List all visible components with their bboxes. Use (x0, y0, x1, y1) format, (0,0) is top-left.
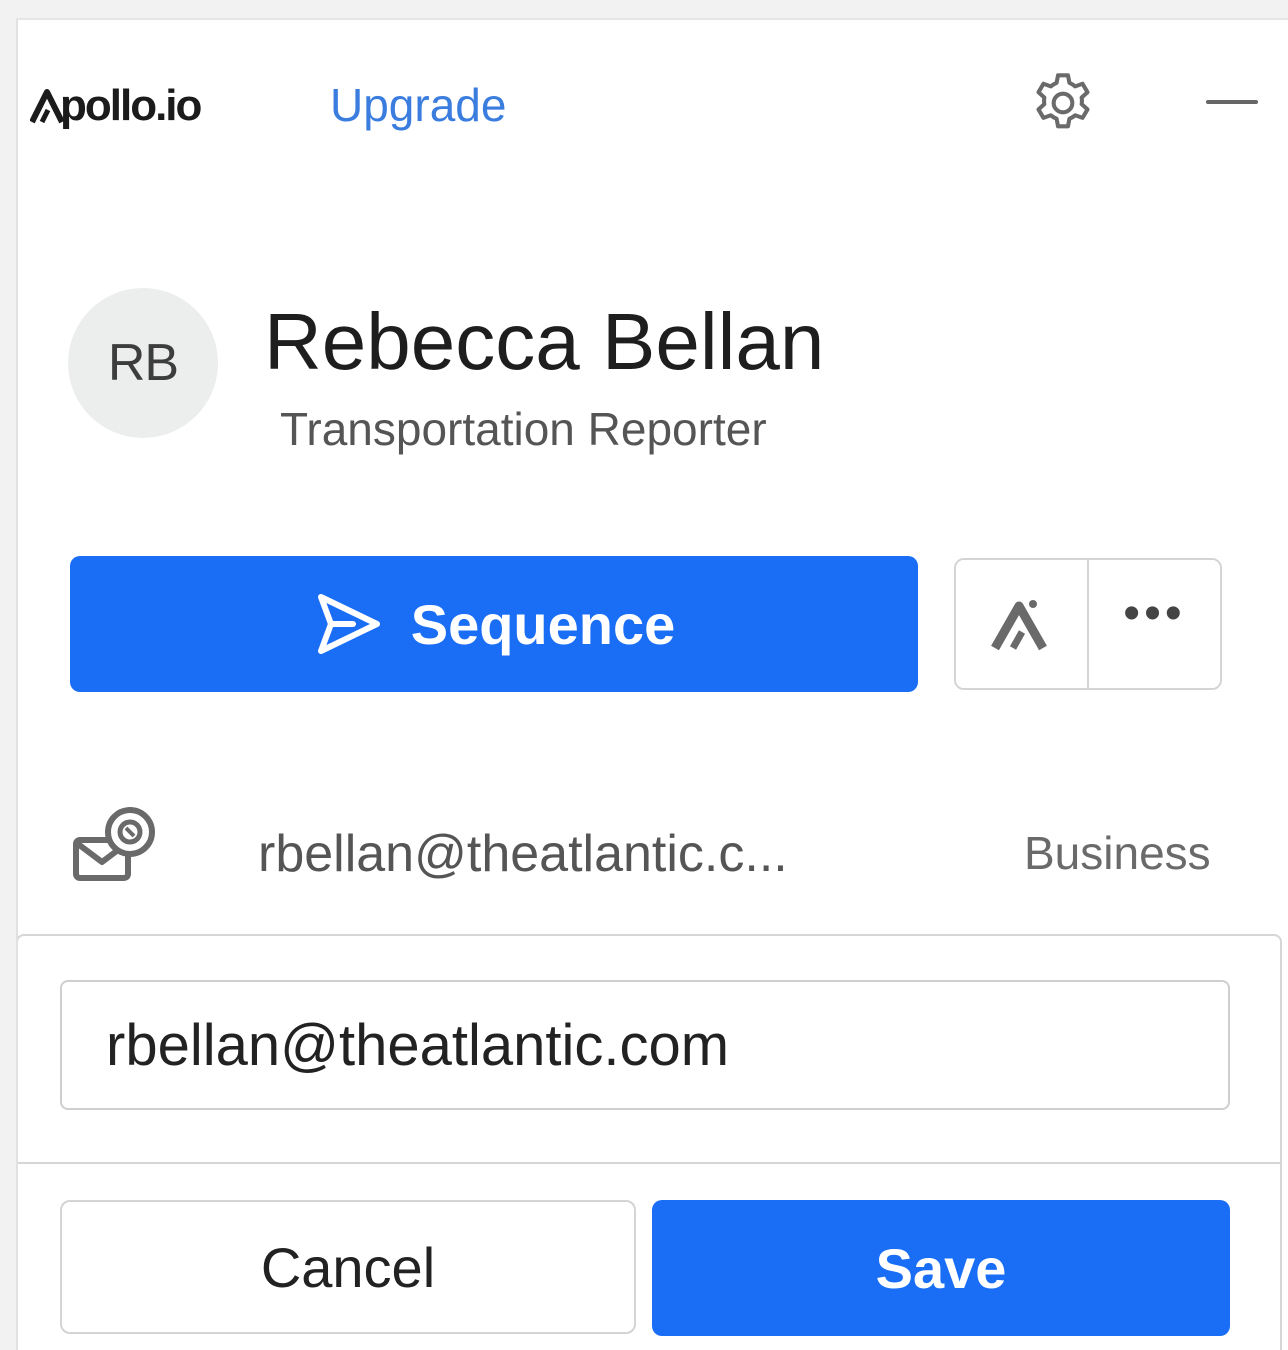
more-horizontal-icon: ••• (1123, 587, 1186, 640)
sequence-button[interactable]: Sequence (70, 556, 918, 692)
action-button-group: ••• (954, 558, 1222, 690)
avatar: RB (68, 288, 218, 438)
minimize-icon[interactable] (1202, 78, 1262, 128)
contact-title: Transportation Reporter (280, 403, 767, 455)
divider (18, 1162, 1280, 1164)
sequence-label: Sequence (410, 592, 676, 656)
apollo-logo: pollo.io (30, 76, 202, 136)
more-button[interactable]: ••• (1087, 560, 1220, 688)
email-verified-icon (73, 807, 155, 881)
email-address[interactable]: rbellan@theatlantic.c... (258, 824, 788, 884)
apollo-action-button[interactable] (956, 560, 1087, 688)
email-type-label: Business (1024, 827, 1211, 879)
contact-name: Rebecca Bellan (264, 297, 825, 386)
send-icon (317, 594, 380, 654)
email-field[interactable] (60, 980, 1230, 1110)
apollo-extension-panel: pollo.io Upgrade RB Rebecca Bellan Trans… (16, 18, 1288, 1350)
edit-email-card: Cancel Save (18, 934, 1282, 1350)
cancel-button[interactable]: Cancel (60, 1200, 636, 1334)
gear-icon[interactable] (1028, 68, 1098, 138)
upgrade-link[interactable]: Upgrade (330, 78, 506, 132)
logo-text: pollo.io (60, 81, 202, 130)
apollo-logo-icon (990, 600, 1047, 651)
apollo-logo-icon (30, 89, 64, 124)
save-button[interactable]: Save (652, 1200, 1230, 1336)
